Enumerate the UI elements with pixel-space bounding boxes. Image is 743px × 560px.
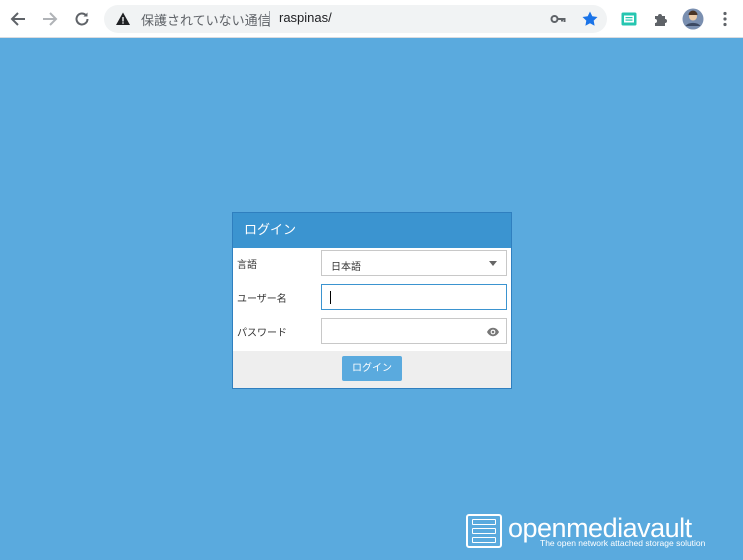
browser-toolbar: 保護されていない通信 raspinas/: [0, 0, 743, 38]
rack-unit-bar: [472, 519, 496, 525]
reload-icon: [75, 12, 89, 26]
username-row: ユーザー名: [233, 284, 511, 310]
forward-button[interactable]: [38, 7, 62, 31]
text-caret: [330, 291, 331, 304]
username-input[interactable]: [321, 284, 507, 310]
extension-button[interactable]: [618, 8, 640, 30]
language-value: 日本語: [331, 262, 361, 273]
rack-unit-bar: [472, 537, 496, 543]
security-label[interactable]: 保護されていない通信: [141, 10, 271, 29]
login-dialog: ログイン 言語 日本語 ユーザー名 パスワード ログイン: [232, 212, 512, 389]
eye-icon[interactable]: [486, 325, 500, 339]
url-text[interactable]: raspinas/: [279, 10, 332, 25]
language-select[interactable]: 日本語: [321, 250, 507, 276]
logo-tagline: The open network attached storage soluti…: [540, 538, 706, 548]
omnibox-separator: [269, 11, 270, 27]
extension-app-icon: [621, 12, 637, 26]
dropdown-arrow-icon: [489, 261, 497, 266]
language-label: 言語: [237, 260, 257, 271]
password-row: パスワード: [233, 318, 511, 344]
bookmark-star-icon[interactable]: [581, 10, 599, 28]
dialog-footer: ログイン: [233, 351, 511, 388]
back-button[interactable]: [6, 7, 30, 31]
browser-menu-button[interactable]: [714, 8, 736, 30]
key-icon[interactable]: [550, 11, 566, 27]
kebab-menu-icon: [723, 11, 727, 27]
address-bar[interactable]: 保護されていない通信 raspinas/: [104, 5, 607, 33]
rack-unit-bar: [472, 528, 496, 534]
avatar-icon: [682, 8, 704, 30]
server-rack-icon: [466, 514, 502, 548]
reload-button[interactable]: [70, 7, 94, 31]
dialog-title: ログイン: [233, 213, 511, 248]
back-arrow-icon: [10, 12, 25, 26]
forward-arrow-icon: [43, 12, 58, 26]
puzzle-icon: [655, 14, 667, 26]
password-label: パスワード: [237, 328, 287, 339]
language-row: 言語 日本語: [233, 250, 511, 276]
warning-icon[interactable]: [115, 11, 131, 27]
password-input[interactable]: [321, 318, 507, 344]
username-label: ユーザー名: [237, 294, 287, 305]
profile-button[interactable]: [682, 8, 704, 30]
openmediavault-logo: openmediavault The open network attached…: [466, 513, 736, 550]
extensions-menu-button[interactable]: [650, 8, 672, 30]
login-button[interactable]: ログイン: [342, 356, 402, 381]
